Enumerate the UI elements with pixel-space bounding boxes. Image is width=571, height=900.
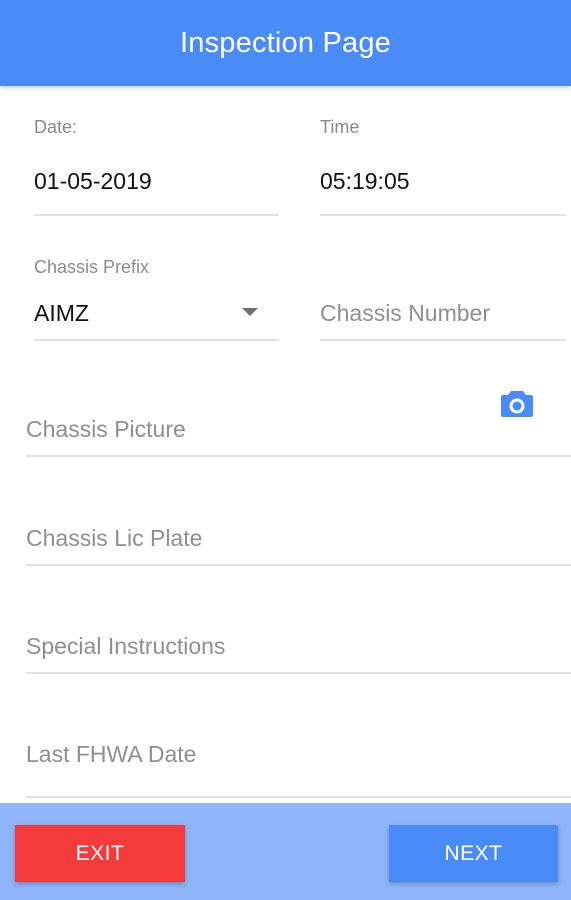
page-title: Inspection Page [180, 26, 391, 59]
last-fhwa-date-underline [26, 796, 571, 798]
time-value[interactable]: 05:19:05 [320, 168, 410, 195]
chassis-prefix-label: Chassis Prefix [34, 257, 150, 277]
chassis-number-underline [320, 339, 566, 341]
chassis-prefix-underline [34, 339, 279, 341]
app-bar: Inspection Page [0, 0, 571, 86]
time-label: Time [320, 117, 360, 137]
date-label: Date: [34, 117, 78, 137]
exit-button[interactable]: EXIT [15, 825, 185, 882]
next-button[interactable]: NEXT [389, 825, 558, 882]
chassis-picture-input[interactable]: Chassis Picture [26, 416, 186, 443]
chassis-lic-plate-input[interactable]: Chassis Lic Plate [26, 525, 202, 552]
special-instructions-underline [26, 672, 571, 674]
special-instructions-input[interactable]: Special Instructions [26, 633, 225, 660]
chassis-number-input[interactable]: Chassis Number [320, 300, 490, 327]
camera-icon[interactable] [500, 389, 534, 419]
date-underline [34, 214, 279, 216]
last-fhwa-date-input[interactable]: Last FHWA Date [26, 741, 196, 768]
chevron-down-icon[interactable] [242, 308, 258, 316]
chassis-prefix-value[interactable]: AIMZ [34, 300, 89, 327]
chassis-lic-plate-underline [26, 564, 571, 566]
time-underline [320, 214, 566, 216]
chassis-picture-underline [26, 455, 571, 457]
date-value[interactable]: 01-05-2019 [34, 168, 152, 195]
inspection-screen: Inspection Page Date: 01-05-2019 Time 05… [0, 0, 571, 900]
